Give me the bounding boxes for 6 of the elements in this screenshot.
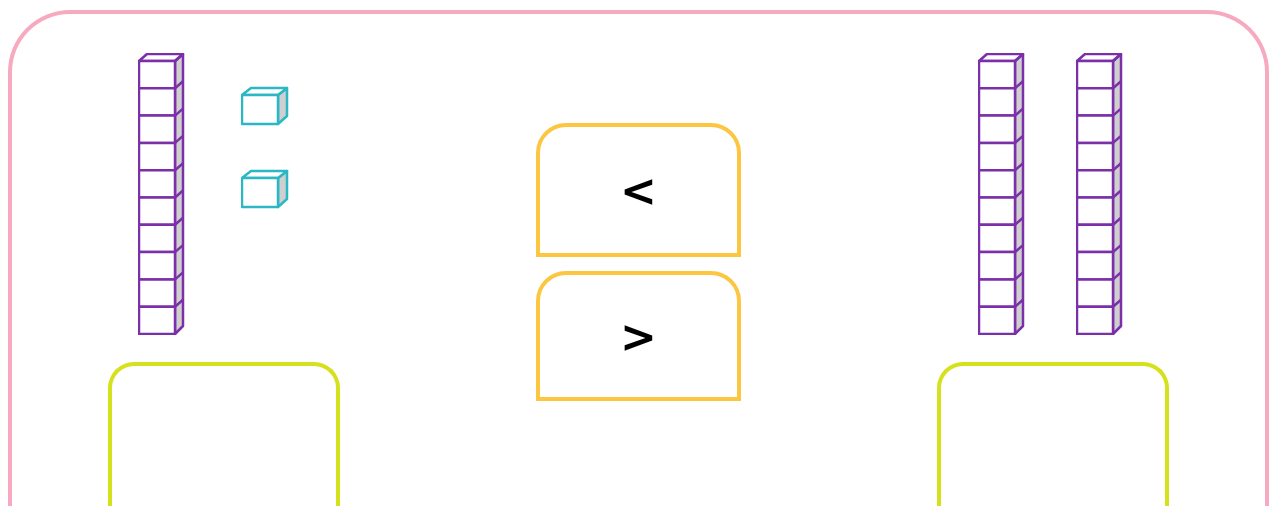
symbol-button[interactable]: < <box>536 123 741 257</box>
answer-box[interactable] <box>937 362 1169 506</box>
unit-cube-drawing <box>241 169 289 209</box>
answer-box[interactable] <box>108 362 340 506</box>
symbol-button[interactable]: > <box>536 271 741 401</box>
unit-cube-drawing <box>241 86 289 126</box>
